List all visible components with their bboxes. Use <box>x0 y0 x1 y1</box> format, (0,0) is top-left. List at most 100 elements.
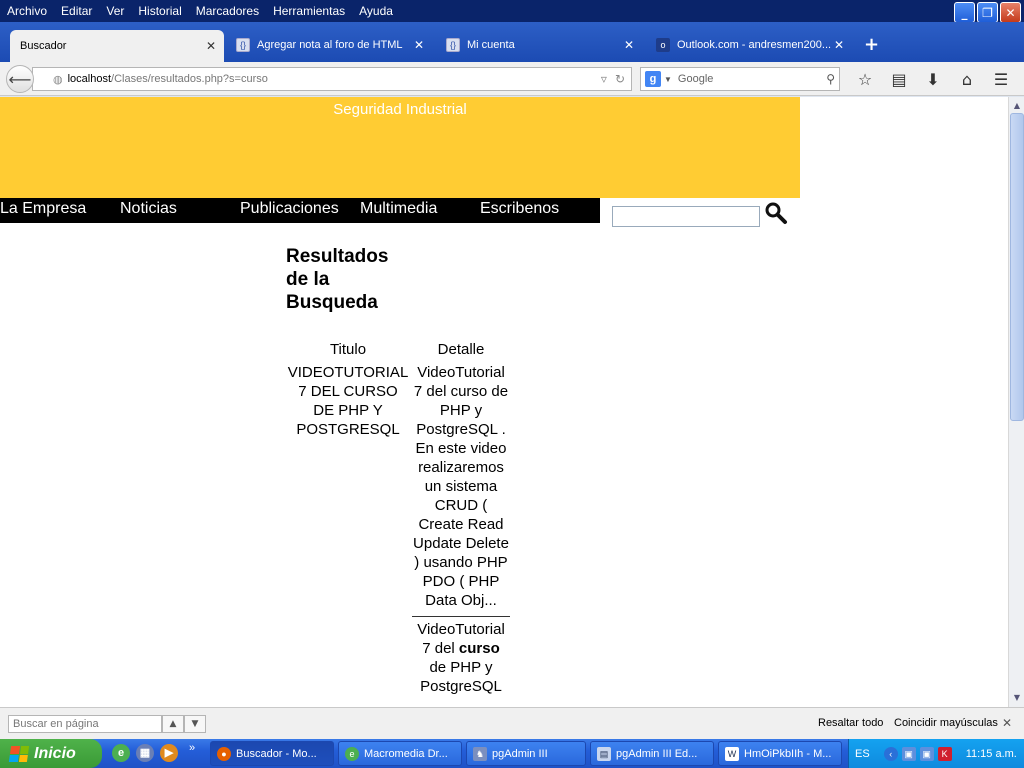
search-icon[interactable]: ⚲ <box>826 72 835 86</box>
google-icon[interactable]: g <box>645 71 661 87</box>
clock: 11:15 a.m. <box>965 747 1017 760</box>
start-button[interactable]: Inicio <box>0 739 102 768</box>
menu-ayuda[interactable]: Ayuda <box>352 0 400 22</box>
task-pgadmin-editor[interactable]: ▤ pgAdmin III Ed... <box>590 741 714 766</box>
menu-editar[interactable]: Editar <box>54 0 99 22</box>
task-label: pgAdmin III Ed... <box>616 747 698 760</box>
task-label: Buscador - Mo... <box>236 747 317 760</box>
search-icon[interactable] <box>764 201 788 225</box>
tab-outlook[interactable]: o Outlook.com - andresmen200... ✕ <box>646 30 852 60</box>
menu-ver[interactable]: Ver <box>99 0 131 22</box>
close-window-button[interactable]: ✕ <box>1000 2 1021 23</box>
search-bar[interactable]: g ▼ Google ⚲ <box>640 67 840 91</box>
find-next-icon[interactable]: ▼ <box>184 715 206 733</box>
dreamweaver-icon: e <box>345 746 359 761</box>
page-icon: {} <box>446 38 460 52</box>
task-pgadmin[interactable]: ♞ pgAdmin III <box>466 741 586 766</box>
column-header-titulo: Titulo <box>329 341 367 358</box>
bookmark-star-icon[interactable]: ☆ <box>848 69 882 91</box>
tab-label: Mi cuenta <box>467 39 515 51</box>
result-detail-highlighted: VideoTutorial 7 del curso de PHP y Postg… <box>412 619 510 697</box>
table-row: VIDEOTUTORIAL 7 DEL CURSO DE PHP Y POSTG… <box>286 362 510 617</box>
find-bar: Buscar en página ▲ ▼ Resaltar todo Coinc… <box>0 707 1024 739</box>
navigation-bar: ◍ localhost/Clases/resultados.php?s=curs… <box>0 62 1024 96</box>
search-keyword: curso <box>458 640 500 657</box>
tab-agregar-nota[interactable]: {} Agregar nota al foro de HTML ✕ <box>226 30 432 60</box>
quick-launch: e ▦ ▶ <box>112 744 178 762</box>
home-icon[interactable]: ⌂ <box>950 69 984 91</box>
calculator-icon[interactable]: ▦ <box>136 744 154 762</box>
downloads-icon[interactable]: ⬇ <box>916 69 950 91</box>
new-tab-icon[interactable]: + <box>864 34 879 55</box>
scroll-thumb[interactable] <box>1010 113 1024 421</box>
minimize-button[interactable]: _ <box>954 2 975 23</box>
menu-icon[interactable]: ☰ <box>984 69 1018 91</box>
page-viewport: Seguridad Industrial La Empresa Noticias… <box>0 97 1008 707</box>
column-header-detalle: Detalle <box>437 341 485 358</box>
tab-buscador[interactable]: Buscador ✕ <box>10 30 224 62</box>
tab-label: Agregar nota al foro de HTML <box>257 39 403 51</box>
network-icon-2[interactable]: ▣ <box>919 746 934 761</box>
window-controls: _ ❐ ✕ <box>954 2 1021 23</box>
antivirus-icon[interactable]: K <box>937 746 952 761</box>
site-nav: La Empresa Noticias Publicaciones Multim… <box>0 198 600 223</box>
task-macromedia[interactable]: e Macromedia Dr... <box>338 741 462 766</box>
close-tab-icon[interactable]: ✕ <box>414 38 424 52</box>
nav-multimedia[interactable]: Multimedia <box>360 200 437 218</box>
document-icon: ▤ <box>597 746 611 761</box>
search-engine-placeholder: Google <box>677 73 714 85</box>
site-title: Seguridad Industrial <box>333 101 467 118</box>
taskbar: Inicio e ▦ ▶ » ● Buscador - Mo... e Macr… <box>0 739 1024 768</box>
task-label: pgAdmin III <box>492 747 548 760</box>
tray-expand-icon[interactable]: ‹ <box>883 746 898 761</box>
nav-la-empresa[interactable]: La Empresa <box>0 200 86 218</box>
start-label: Inicio <box>34 744 76 762</box>
url-path: /Clases/resultados.php?s=curso <box>111 73 268 85</box>
vertical-scrollbar[interactable]: ▲ ▼ <box>1008 97 1024 707</box>
close-tab-icon[interactable]: ✕ <box>624 38 634 52</box>
windows-logo-icon <box>8 745 30 762</box>
system-tray: ES ‹ ▣ ▣ K 11:15 a.m. <box>848 739 1024 768</box>
dropdown-arrow-icon[interactable]: ▿ <box>601 72 607 86</box>
match-case-option[interactable]: Coincidir mayúsculas <box>894 717 998 729</box>
task-buscador[interactable]: ● Buscador - Mo... <box>210 741 334 766</box>
reading-list-icon[interactable]: ▤ <box>882 69 916 91</box>
language-indicator[interactable]: ES <box>855 748 870 760</box>
menu-herramientas[interactable]: Herramientas <box>266 0 352 22</box>
dreamweaver-icon[interactable]: e <box>112 744 130 762</box>
task-word-doc[interactable]: W HmOiPkbIIh - M... <box>718 741 842 766</box>
nav-noticias[interactable]: Noticias <box>120 200 177 218</box>
site-search-input[interactable] <box>612 206 760 227</box>
tab-mi-cuenta[interactable]: {} Mi cuenta ✕ <box>436 30 642 60</box>
network-icon[interactable]: ▣ <box>901 746 916 761</box>
back-button[interactable]: ⟵ <box>6 65 34 93</box>
result-title: VIDEOTUTORIAL 7 DEL CURSO DE PHP Y POSTG… <box>287 364 409 438</box>
highlight-all-option[interactable]: Resaltar todo <box>818 717 883 729</box>
site-header: Seguridad Industrial <box>0 97 800 198</box>
menu-marcadores[interactable]: Marcadores <box>189 0 266 22</box>
tab-label: Buscador <box>20 40 67 52</box>
globe-icon: ◍ <box>53 72 63 86</box>
task-label: Macromedia Dr... <box>364 747 448 760</box>
tab-strip: Buscador ✕ {} Agregar nota al foro de HT… <box>0 22 1024 62</box>
close-icon[interactable]: ✕ <box>1002 716 1012 730</box>
url-bar[interactable]: ◍ localhost/Clases/resultados.php?s=curs… <box>32 67 632 91</box>
reload-icon[interactable]: ↻ <box>615 72 625 86</box>
restore-button[interactable]: ❐ <box>977 2 998 23</box>
quick-launch-expand-icon[interactable]: » <box>189 742 195 754</box>
find-previous-icon[interactable]: ▲ <box>162 715 184 733</box>
close-tab-icon[interactable]: ✕ <box>206 39 216 53</box>
chevron-down-icon[interactable]: ▼ <box>664 75 672 84</box>
find-in-page-input[interactable]: Buscar en página <box>8 715 162 733</box>
menu-historial[interactable]: Historial <box>131 0 188 22</box>
nav-escribenos[interactable]: Escribenos <box>480 200 559 218</box>
close-tab-icon[interactable]: ✕ <box>834 38 844 52</box>
tab-label: Outlook.com - andresmen200... <box>677 39 832 51</box>
nav-publicaciones[interactable]: Publicaciones <box>240 200 339 218</box>
media-player-icon[interactable]: ▶ <box>160 744 178 762</box>
scroll-down-icon[interactable]: ▼ <box>1010 691 1024 705</box>
outlook-icon: o <box>656 38 670 52</box>
firefox-icon: ● <box>217 746 231 761</box>
scroll-up-icon[interactable]: ▲ <box>1010 99 1024 113</box>
menu-archivo[interactable]: Archivo <box>0 0 54 22</box>
